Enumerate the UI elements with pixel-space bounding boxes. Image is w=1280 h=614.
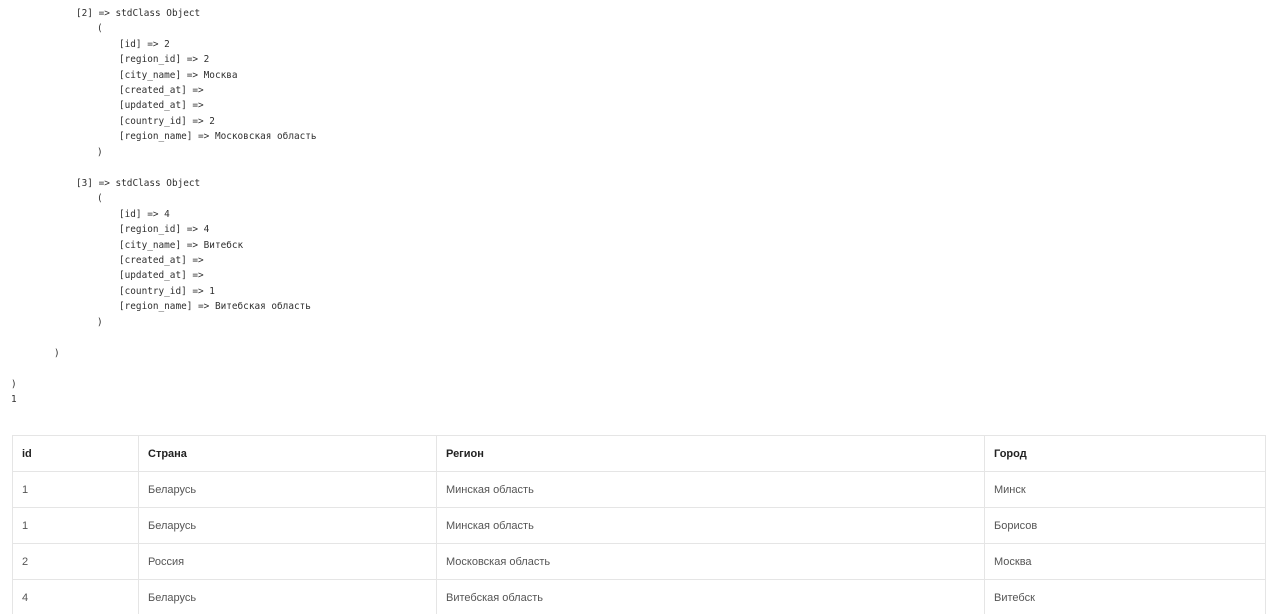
dump-line: [created_at] => (119, 85, 204, 96)
dump-line: [city_name] => Москва (119, 70, 238, 81)
column-header-city: Город (984, 435, 1266, 472)
cell-id: 1 (12, 471, 139, 508)
dump-line: [updated_at] => (119, 270, 204, 281)
column-header-region: Регион (436, 435, 985, 472)
table-row: 4 Беларусь Витебская область Витебск (12, 579, 1266, 614)
dump-line: [region_id] => 2 (119, 54, 210, 65)
column-header-country: Страна (138, 435, 437, 472)
dump-line: ) (11, 379, 17, 390)
dump-line: ( (97, 23, 103, 34)
table-row: 1 Беларусь Минская область Минск (12, 471, 1266, 508)
dump-line: ( (97, 193, 103, 204)
dump-line: [id] => 4 (119, 209, 170, 220)
table-row: 1 Беларусь Минская область Борисов (12, 507, 1266, 544)
column-header-id: id (12, 435, 139, 472)
dump-line: [2] => stdClass Object (76, 8, 201, 19)
dump-line: 1 (11, 394, 17, 405)
print-r-output: [2] => stdClass Object ( [id] => 2 [regi… (0, 0, 1280, 420)
dump-line: [country_id] => 1 (119, 286, 215, 297)
dump-line: ) (97, 147, 103, 158)
dump-line: [region_name] => Московская область (119, 131, 317, 142)
dump-line: [country_id] => 2 (119, 116, 215, 127)
table-row: 2 Россия Московская область Москва (12, 543, 1266, 580)
table-header-row: id Страна Регион Город (12, 435, 1266, 472)
cell-country: Россия (138, 543, 437, 580)
cell-id: 4 (12, 579, 139, 614)
cell-city: Минск (984, 471, 1266, 508)
cell-region: Минская область (436, 507, 985, 544)
dump-line: [id] => 2 (119, 39, 170, 50)
cell-region: Витебская область (436, 579, 985, 614)
cell-id: 2 (12, 543, 139, 580)
cell-country: Беларусь (138, 471, 437, 508)
dump-line: ) (97, 317, 103, 328)
dump-line: ) (54, 348, 60, 359)
cell-id: 1 (12, 507, 139, 544)
cell-country: Беларусь (138, 507, 437, 544)
cities-table: id Страна Регион Город 1 Беларусь Минска… (12, 435, 1266, 614)
dump-line: [created_at] => (119, 255, 204, 266)
dump-line: [updated_at] => (119, 100, 204, 111)
cell-country: Беларусь (138, 579, 437, 614)
dump-line: [3] => stdClass Object (76, 178, 201, 189)
cell-city: Москва (984, 543, 1266, 580)
dump-line: [region_id] => 4 (119, 224, 210, 235)
dump-line: [city_name] => Витебск (119, 240, 244, 251)
cell-city: Витебск (984, 579, 1266, 614)
cell-city: Борисов (984, 507, 1266, 544)
cell-region: Минская область (436, 471, 985, 508)
cell-region: Московская область (436, 543, 985, 580)
dump-line: [region_name] => Витебская область (119, 301, 311, 312)
